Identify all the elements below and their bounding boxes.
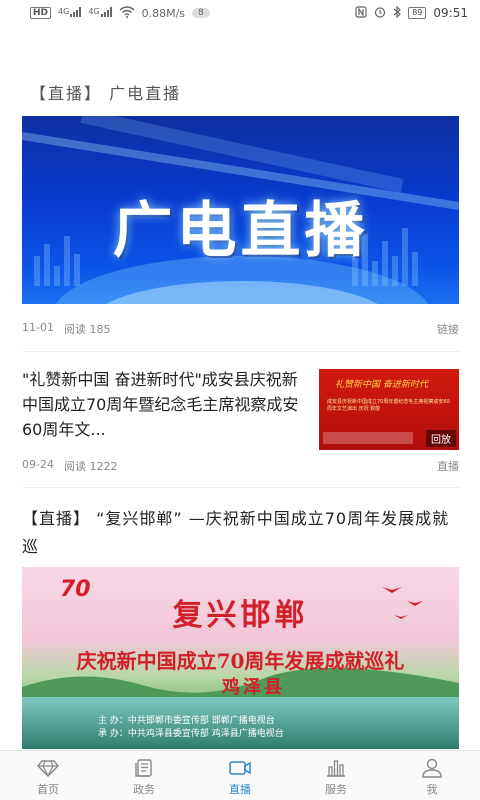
cover-county: 鸡泽县	[222, 677, 285, 698]
wifi-icon	[119, 5, 135, 21]
tab-services[interactable]: 服务	[288, 751, 384, 800]
tab-label: 我	[426, 783, 438, 796]
article-type-tag: 直播	[437, 460, 459, 473]
article-banner-image[interactable]: 广电直播	[22, 116, 459, 304]
tab-home[interactable]: 首页	[0, 751, 96, 800]
status-bar-left: HD 4G 4G 0.88M/s 8	[30, 5, 210, 21]
article-meta: 11-01 阅读 185 链接	[22, 321, 459, 337]
document-icon	[131, 757, 157, 779]
article-date: 09-24	[22, 458, 54, 471]
article-read-count: 阅读 185	[64, 323, 111, 336]
replay-badge: 回放	[426, 430, 456, 447]
status-bar-right: 89 09:51	[355, 5, 468, 21]
tab-label: 服务	[325, 783, 347, 796]
tab-label: 首页	[37, 783, 59, 796]
article-date: 11-01	[22, 321, 54, 334]
article-title[interactable]: 【直播】 广电直播	[30, 80, 181, 104]
status-bar: HD 4G 4G 0.88M/s 8 89 09:51	[0, 0, 480, 26]
bottom-tab-bar: 首页 政务 直播 服务 我	[0, 750, 480, 800]
signal-icon-2: 4G	[88, 6, 112, 20]
battery-icon: 89	[408, 7, 427, 19]
tab-label: 直播	[229, 783, 251, 796]
tab-me[interactable]: 我	[384, 751, 480, 800]
article-title[interactable]: "礼赞新中国 奋进新时代"成安县庆祝新中国成立70周年暨纪念毛主席视察成安60周…	[22, 367, 302, 442]
video-camera-icon	[227, 757, 253, 779]
nfc-icon	[355, 5, 367, 21]
hd-badge: HD	[30, 7, 52, 19]
thumbnail-text: 成安县庆祝新中国成立70周年暨纪念毛主席视察成安60周年文艺演出 庆祝 致敬	[327, 399, 450, 412]
banner-headline: 广电直播	[112, 196, 369, 266]
tab-label: 政务	[133, 783, 155, 796]
divider	[22, 351, 459, 352]
cover-headline: 复兴邯郸	[172, 598, 309, 633]
bar-chart-icon	[323, 757, 349, 779]
network-speed: 0.88M/s	[141, 6, 186, 20]
article-cover-image[interactable]: 70 复兴邯郸 庆祝新中国成立70周年发展成就巡礼 鸡泽县 主 办：中共邯郸市委…	[22, 567, 459, 749]
article-read-count: 阅读 1222	[64, 460, 118, 473]
thumbnail-heading: 礼赞新中国 奋进新时代	[335, 380, 428, 390]
tab-live[interactable]: 直播	[192, 751, 288, 800]
article-title[interactable]: 【直播】 “复兴邯郸” —庆祝新中国成立70周年发展成就巡	[22, 505, 459, 561]
tab-government[interactable]: 政务	[96, 751, 192, 800]
article-type-tag: 链接	[437, 323, 459, 336]
divider	[22, 487, 459, 488]
diamond-icon	[35, 757, 61, 779]
article-meta: 09-24 阅读 1222 直播	[22, 458, 459, 474]
article-thumbnail[interactable]: 礼赞新中国 奋进新时代 成安县庆祝新中国成立70周年暨纪念毛主席视察成安60周年…	[319, 369, 459, 450]
bluetooth-icon	[393, 5, 402, 21]
skyline-decoration	[323, 432, 413, 444]
user-icon	[419, 757, 445, 779]
status-time: 09:51	[433, 6, 468, 20]
alarm-icon	[374, 6, 386, 21]
notification-count-badge: 8	[192, 8, 210, 18]
cover-subheadline: 庆祝新中国成立70周年发展成就巡礼	[76, 649, 405, 673]
cover-organizers: 主 办：中共邯郸市委宣传部 邯郸广播电视台 承 办：中共鸡泽县委宣传部 鸡泽县广…	[98, 716, 284, 739]
signal-icon-1: 4G	[58, 6, 82, 20]
